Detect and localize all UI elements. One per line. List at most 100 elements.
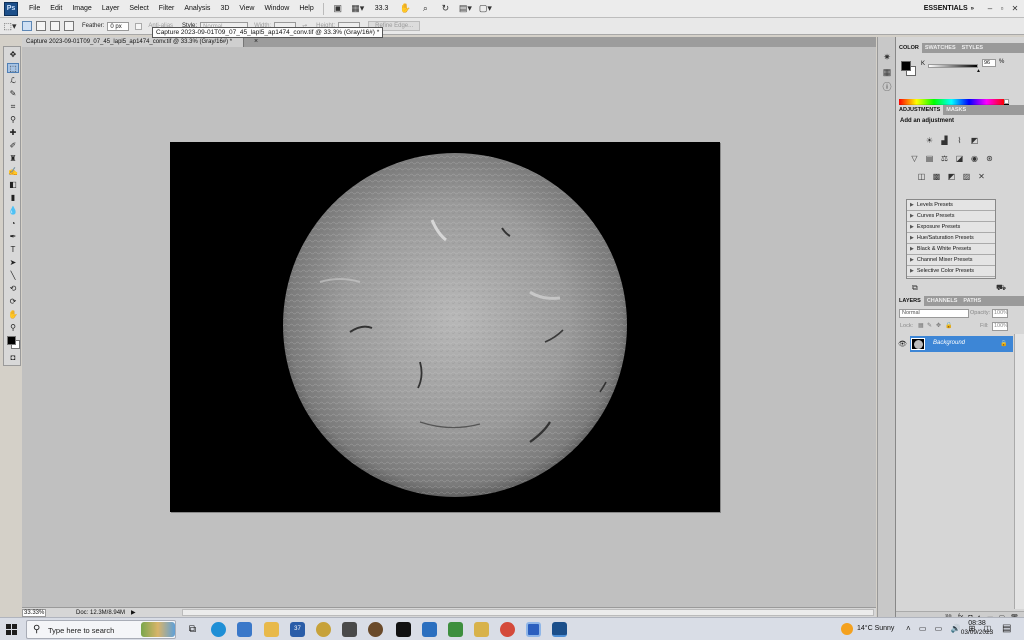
feather-input[interactable]: 0 px: [107, 21, 130, 31]
lock-position-icon[interactable]: ✥: [936, 322, 941, 329]
intersect-selection-icon[interactable]: [64, 21, 74, 31]
curves-icon[interactable]: ⌇: [954, 135, 965, 146]
list-item[interactable]: ▶ Hue/Saturation Presets: [907, 233, 995, 244]
app-icon-3[interactable]: [368, 622, 383, 637]
line-tool-icon[interactable]: ╲: [7, 271, 19, 281]
word-icon[interactable]: [526, 622, 541, 637]
tab-swatches[interactable]: SWATCHES: [922, 43, 959, 53]
menu-window[interactable]: Window: [259, 0, 294, 18]
color-balance-icon[interactable]: ⚖: [939, 153, 950, 164]
close-tab-icon[interactable]: ×: [254, 37, 258, 47]
list-item[interactable]: ▶ Selective Color Presets: [907, 266, 995, 277]
photos-app-icon[interactable]: [237, 622, 252, 637]
mail-app-icon[interactable]: 37: [290, 622, 305, 637]
path-selection-tool-icon[interactable]: ➤: [7, 258, 19, 268]
menu-analysis[interactable]: Analysis: [179, 0, 215, 18]
hue-saturation-icon[interactable]: ▤: [924, 153, 935, 164]
menu-edit[interactable]: Edit: [45, 0, 67, 18]
list-item[interactable]: ▶ Black & White Presets: [907, 244, 995, 255]
edge-browser-icon[interactable]: [211, 622, 226, 637]
histogram-icon[interactable]: ▦: [881, 66, 893, 78]
minimize-icon[interactable]: –: [984, 3, 996, 15]
fill-input[interactable]: 100%: [992, 322, 1008, 331]
list-item[interactable]: ▶ Curves Presets: [907, 211, 995, 222]
task-view-icon[interactable]: ⧉: [185, 622, 200, 637]
menu-filter[interactable]: Filter: [154, 0, 180, 18]
eyedropper-tool-icon[interactable]: ⚲: [7, 115, 19, 125]
3d-rotate-tool-icon[interactable]: ⟲: [7, 284, 19, 294]
channel-mixer-icon[interactable]: ⊛: [984, 153, 995, 164]
close-icon[interactable]: ✕: [1009, 3, 1021, 15]
quick-select-tool-icon[interactable]: ✎: [7, 89, 19, 99]
clip-to-layer-icon[interactable]: ⧉: [912, 283, 918, 293]
quick-mask-icon[interactable]: ◘: [7, 353, 19, 363]
slider-thumb-icon[interactable]: ▲: [976, 68, 981, 74]
clock-time[interactable]: 08:38: [962, 620, 992, 627]
tab-layers[interactable]: LAYERS: [896, 296, 924, 306]
gradient-tool-icon[interactable]: ▮: [7, 193, 19, 203]
rotate-view-icon[interactable]: ↻: [438, 3, 452, 15]
menu-select[interactable]: Select: [124, 0, 153, 18]
zoom-tool-icon[interactable]: ⚲: [7, 323, 19, 333]
app-icon-4[interactable]: [422, 622, 437, 637]
app-icon-1[interactable]: [316, 622, 331, 637]
menu-help[interactable]: Help: [294, 0, 318, 18]
hand-tool-icon[interactable]: ✋: [398, 3, 412, 15]
healing-brush-tool-icon[interactable]: ✚: [7, 128, 19, 138]
brightness-icon[interactable]: ☀: [924, 135, 935, 146]
restore-icon[interactable]: ▫: [996, 3, 1008, 15]
app-icon-6[interactable]: [474, 622, 489, 637]
vibrance-icon[interactable]: ▽: [909, 153, 920, 164]
exposure-icon[interactable]: ◩: [969, 135, 980, 146]
document-tab[interactable]: Capture 2023-09-01T09_07_45_lapl5_ap1474…: [22, 37, 244, 47]
clone-stamp-tool-icon[interactable]: ♜: [7, 154, 19, 164]
windows-start-icon[interactable]: [6, 624, 17, 635]
layers-scrollbar[interactable]: [1014, 334, 1024, 609]
type-tool-icon[interactable]: T: [7, 245, 19, 255]
move-tool-icon[interactable]: ✥: [7, 50, 19, 60]
black-white-icon[interactable]: ◪: [954, 153, 965, 164]
subtract-from-selection-icon[interactable]: [50, 21, 60, 31]
news-widget-icon[interactable]: [141, 622, 175, 637]
brush-tool-icon[interactable]: ✐: [7, 141, 19, 151]
pen-tool-icon[interactable]: ✒: [7, 232, 19, 242]
antialias-checkbox[interactable]: [135, 22, 143, 30]
info-icon[interactable]: ⓘ: [881, 81, 893, 93]
marquee-tool-icon[interactable]: ⬚: [7, 63, 19, 73]
levels-icon[interactable]: ▟: [939, 135, 950, 146]
gradient-map-icon[interactable]: ▨: [961, 171, 972, 182]
bridge-icon[interactable]: ▣: [331, 3, 345, 15]
menu-image[interactable]: Image: [67, 0, 96, 18]
foreground-color-swatch[interactable]: [7, 336, 16, 345]
photo-filter-icon[interactable]: ◉: [969, 153, 980, 164]
posterize-icon[interactable]: ▩: [931, 171, 942, 182]
arrange-documents-icon[interactable]: ▤▾: [458, 3, 472, 15]
blur-tool-icon[interactable]: 💧: [7, 206, 19, 216]
menu-file[interactable]: File: [24, 0, 45, 18]
screen-mode-icon[interactable]: ▢▾: [478, 3, 492, 15]
list-item[interactable]: ▶ Exposure Presets: [907, 222, 995, 233]
opacity-input[interactable]: 100%: [992, 309, 1008, 318]
eye-icon[interactable]: 👁: [898, 340, 907, 348]
k-value-input[interactable]: 96: [982, 59, 996, 67]
zoom-tool-icon[interactable]: ⌕: [418, 3, 432, 15]
file-explorer-icon[interactable]: [264, 622, 279, 637]
eraser-tool-icon[interactable]: ◧: [7, 180, 19, 190]
menu-3d[interactable]: 3D: [215, 0, 234, 18]
zoom-status-field[interactable]: 33.33%: [22, 608, 46, 617]
lasso-tool-icon[interactable]: ℒ: [7, 76, 19, 86]
play-icon[interactable]: ▶: [131, 609, 136, 616]
canvas-area[interactable]: [22, 47, 876, 607]
add-to-selection-icon[interactable]: [36, 21, 46, 31]
menu-layer[interactable]: Layer: [97, 0, 125, 18]
terminal-icon[interactable]: [396, 622, 411, 637]
layer-thumbnail[interactable]: [911, 338, 925, 350]
tab-masks[interactable]: MASKS: [943, 105, 969, 115]
k-slider[interactable]: [928, 64, 978, 68]
hand-tool-icon[interactable]: ✋: [7, 310, 19, 320]
navigator-icon[interactable]: ✷: [881, 51, 893, 63]
tab-paths[interactable]: PATHS: [960, 296, 984, 306]
photoshop-taskbar-icon[interactable]: [552, 622, 567, 637]
weather-text[interactable]: 14°C Sunny: [857, 625, 894, 632]
tab-styles[interactable]: STYLES: [959, 43, 986, 53]
